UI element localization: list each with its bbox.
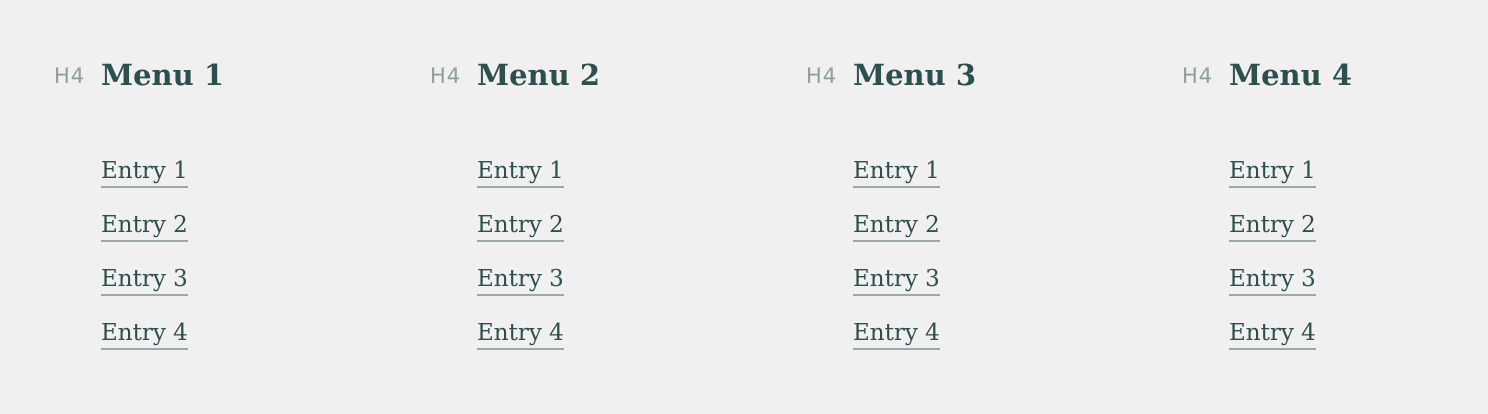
menu-entry-link[interactable]: Entry 4 — [1229, 318, 1316, 350]
menu-entry-link[interactable]: Entry 1 — [1229, 156, 1316, 188]
menu-entry-link[interactable]: Entry 4 — [101, 318, 188, 350]
footer-menus: H4 Menu 1 Entry 1 Entry 2 Entry 3 Entry … — [0, 0, 1488, 414]
menu-column-2: H4 Menu 2 Entry 1 Entry 2 Entry 3 Entry … — [376, 0, 752, 414]
list-item: Entry 3 — [853, 264, 940, 318]
menu-entry-link[interactable]: Entry 3 — [101, 264, 188, 296]
menu-entry-list: Entry 1 Entry 2 Entry 3 Entry 4 — [477, 156, 564, 372]
menu-entry-link[interactable]: Entry 4 — [853, 318, 940, 350]
menu-title: Menu 2 — [477, 58, 600, 92]
menu-column-3: H4 Menu 3 Entry 1 Entry 2 Entry 3 Entry … — [752, 0, 1128, 414]
list-item: Entry 3 — [1229, 264, 1316, 318]
list-item: Entry 2 — [477, 210, 564, 264]
menu-entry-link[interactable]: Entry 4 — [477, 318, 564, 350]
menu-entry-link[interactable]: Entry 2 — [477, 210, 564, 242]
menu-column-4: H4 Menu 4 Entry 1 Entry 2 Entry 3 Entry … — [1128, 0, 1488, 414]
menu-column-1: H4 Menu 1 Entry 1 Entry 2 Entry 3 Entry … — [0, 0, 376, 414]
menu-entry-list: Entry 1 Entry 2 Entry 3 Entry 4 — [853, 156, 940, 372]
menu-entry-link[interactable]: Entry 1 — [101, 156, 188, 188]
menu-entry-link[interactable]: Entry 3 — [477, 264, 564, 296]
list-item: Entry 1 — [101, 156, 188, 210]
heading-level-tag: H4 — [1182, 64, 1214, 88]
menu-entry-link[interactable]: Entry 2 — [1229, 210, 1316, 242]
menu-entry-list: Entry 1 Entry 2 Entry 3 Entry 4 — [101, 156, 188, 372]
list-item: Entry 4 — [1229, 318, 1316, 372]
menu-entry-link[interactable]: Entry 1 — [477, 156, 564, 188]
menu-entry-link[interactable]: Entry 2 — [101, 210, 188, 242]
heading-level-tag: H4 — [430, 64, 462, 88]
menu-title: Menu 3 — [853, 58, 976, 92]
list-item: Entry 2 — [101, 210, 188, 264]
list-item: Entry 1 — [853, 156, 940, 210]
list-item: Entry 4 — [853, 318, 940, 372]
menu-title: Menu 1 — [101, 58, 224, 92]
list-item: Entry 3 — [101, 264, 188, 318]
menu-entry-link[interactable]: Entry 3 — [1229, 264, 1316, 296]
list-item: Entry 1 — [1229, 156, 1316, 210]
list-item: Entry 3 — [477, 264, 564, 318]
list-item: Entry 1 — [477, 156, 564, 210]
list-item: Entry 4 — [101, 318, 188, 372]
list-item: Entry 2 — [1229, 210, 1316, 264]
menu-entry-link[interactable]: Entry 3 — [853, 264, 940, 296]
menu-title: Menu 4 — [1229, 58, 1352, 92]
menu-entry-list: Entry 1 Entry 2 Entry 3 Entry 4 — [1229, 156, 1316, 372]
menu-entry-link[interactable]: Entry 1 — [853, 156, 940, 188]
list-item: Entry 2 — [853, 210, 940, 264]
heading-level-tag: H4 — [806, 64, 838, 88]
list-item: Entry 4 — [477, 318, 564, 372]
heading-level-tag: H4 — [54, 64, 86, 88]
menu-entry-link[interactable]: Entry 2 — [853, 210, 940, 242]
